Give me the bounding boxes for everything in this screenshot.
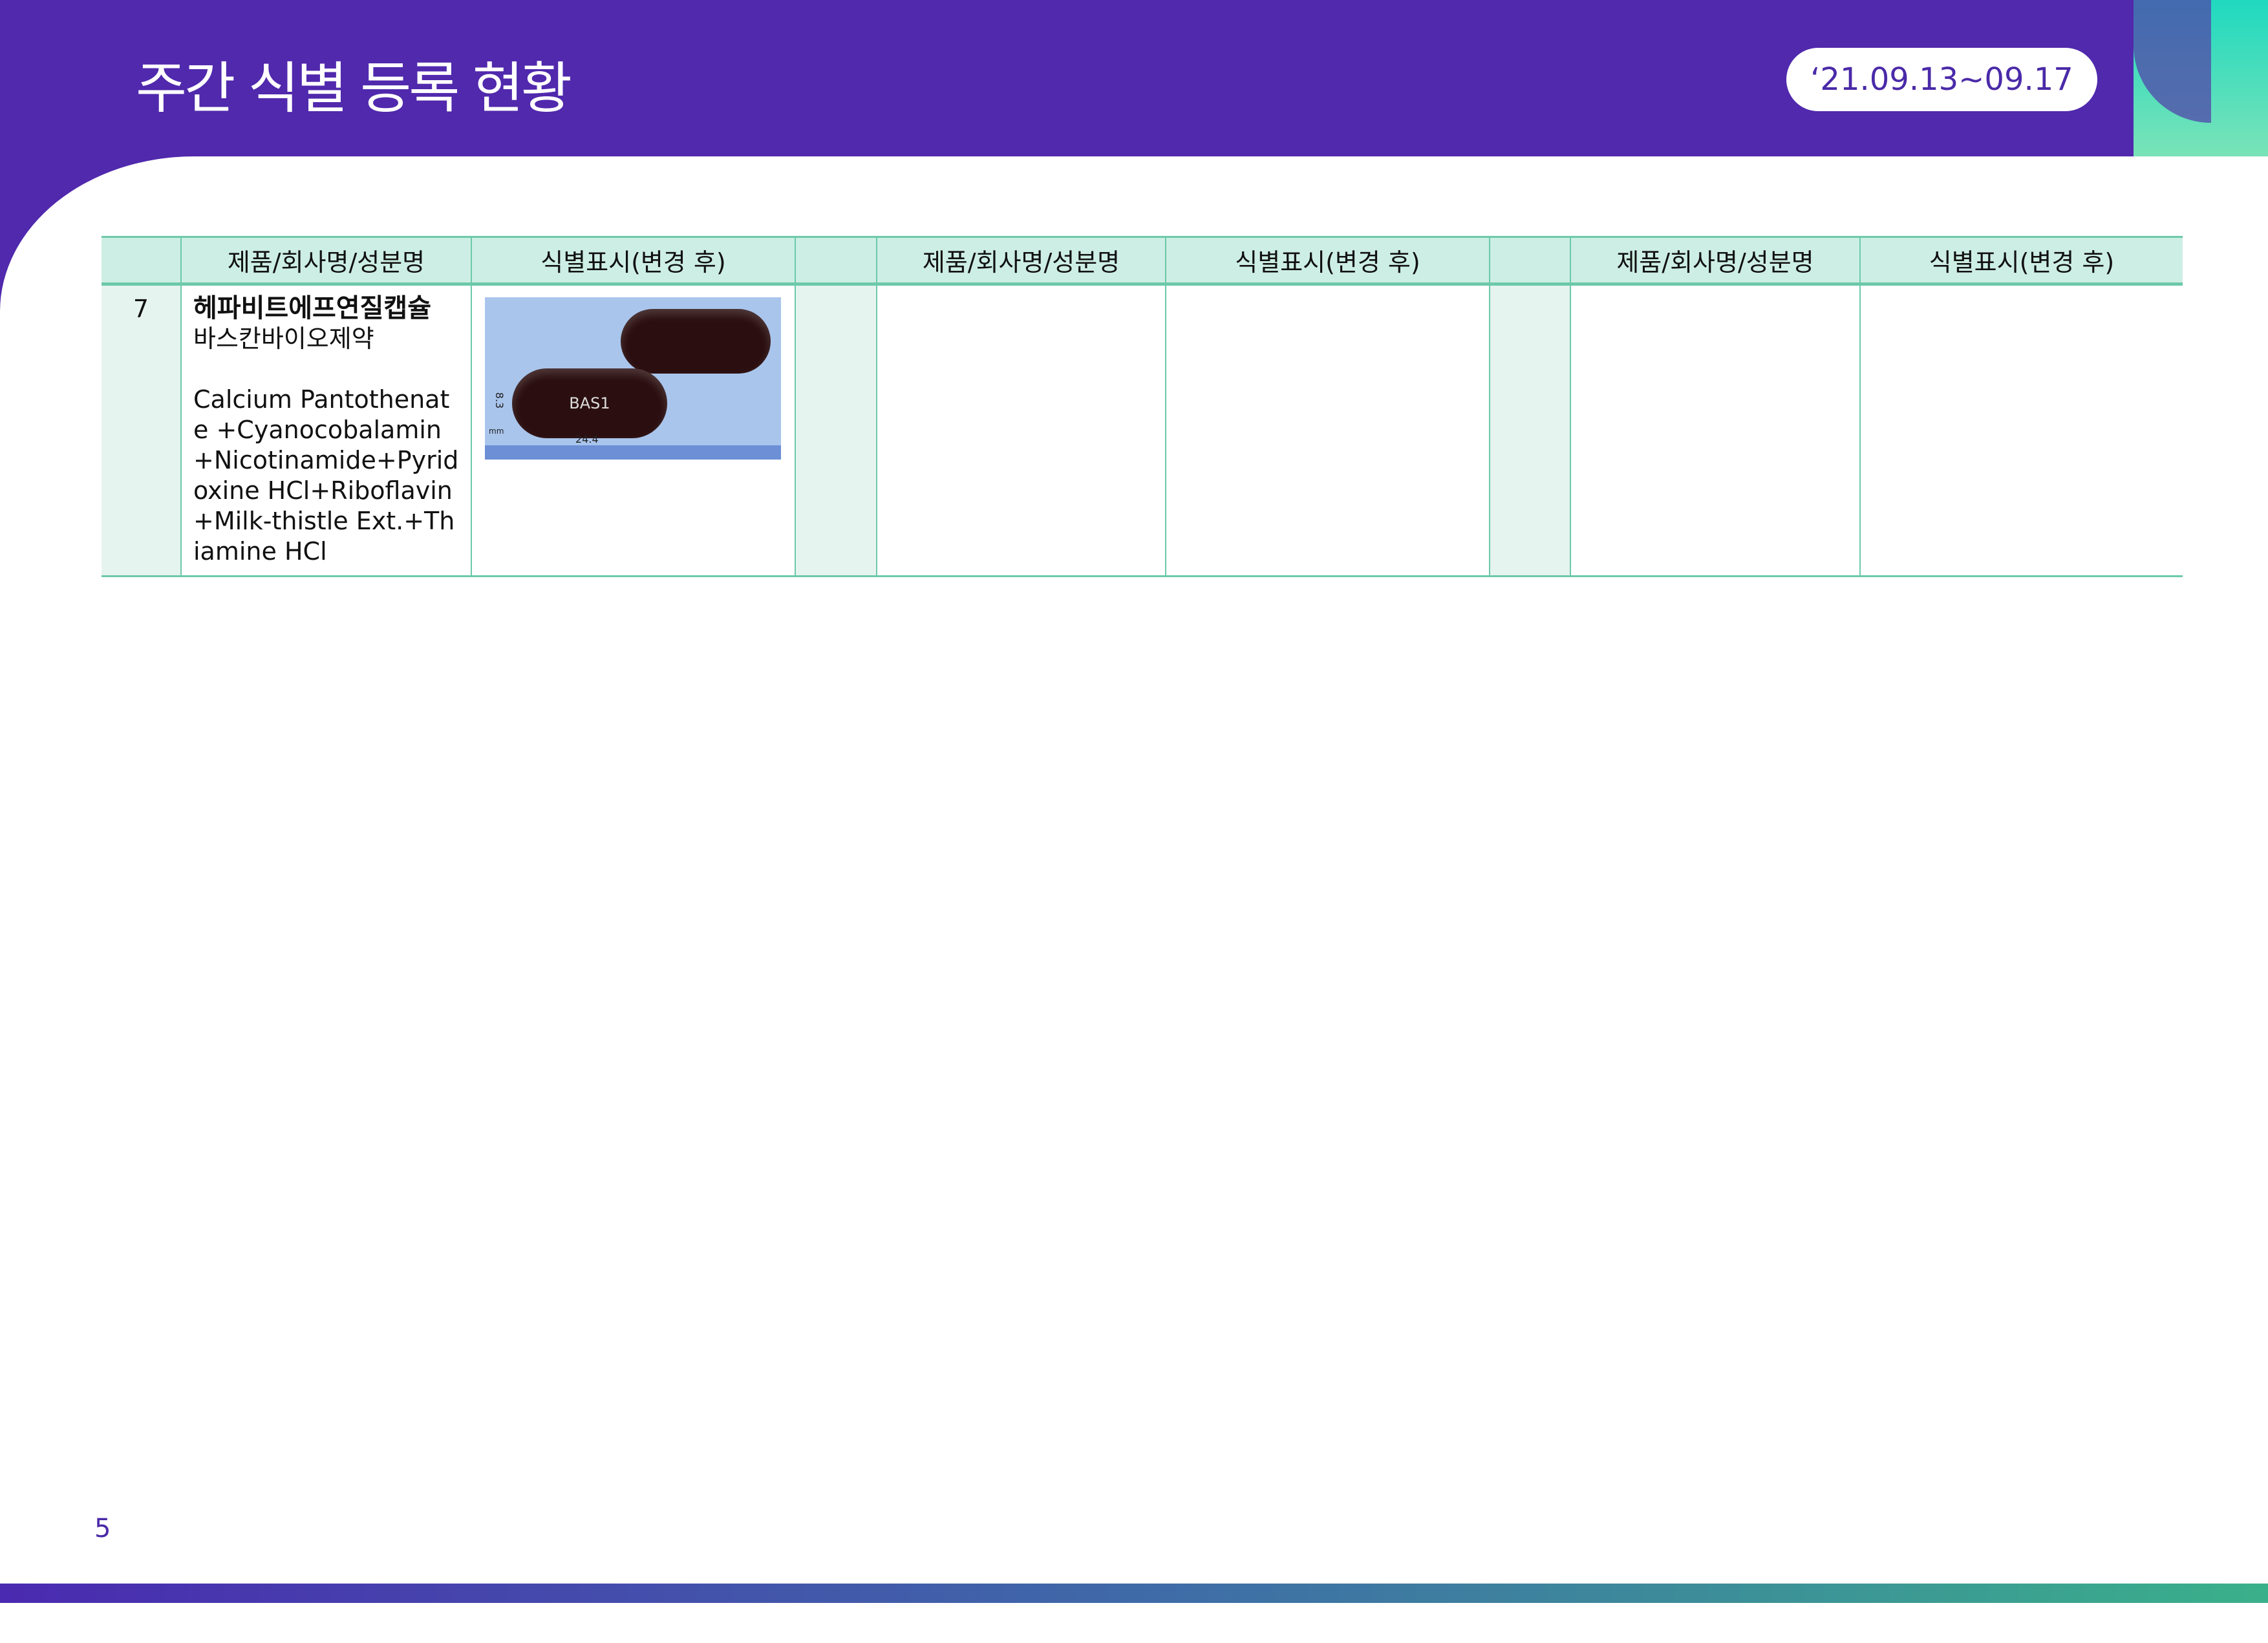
empty-cell bbox=[876, 284, 1166, 577]
row-number: 7 bbox=[102, 284, 182, 577]
col-header: 제품/회사명/성분명 bbox=[876, 236, 1166, 286]
imprint-cell: BAS1 8.3 mm 24.4 bbox=[471, 284, 796, 577]
empty-cell bbox=[1859, 284, 2183, 577]
empty-cell bbox=[1570, 284, 1861, 577]
col-header: 식별표시(변경 후) bbox=[471, 236, 796, 286]
row-number-empty bbox=[1489, 284, 1571, 577]
col-header: 제품/회사명/성분명 bbox=[1570, 236, 1861, 286]
table-row: 7 헤파비트에프연질캡슐 바스칸바이오제약 Calcium Pantothena… bbox=[102, 284, 2183, 577]
page-title: 주간 식별 등록 현황 bbox=[136, 56, 572, 121]
height-label: 8.3 bbox=[493, 392, 506, 409]
footer-bar bbox=[0, 1584, 2268, 1603]
empty-cell bbox=[1165, 284, 1490, 577]
width-label: 24.4 bbox=[575, 433, 599, 445]
capsule-image: BAS1 8.3 mm 24.4 bbox=[485, 297, 781, 460]
col-header bbox=[102, 236, 182, 286]
ingredients: Calcium Pantothenate +Cyanocobalamin+Nic… bbox=[193, 385, 459, 566]
col-header bbox=[1489, 236, 1571, 286]
table-header-row: 제품/회사명/성분명 식별표시(변경 후) 제품/회사명/성분명 식별표시(변경… bbox=[102, 236, 2183, 286]
unit-label: mm bbox=[489, 427, 504, 436]
imprint-text: BAS1 bbox=[569, 394, 610, 412]
col-header: 식별표시(변경 후) bbox=[1165, 236, 1490, 286]
date-badge: ‘21.09.13~09.17 bbox=[1786, 48, 2097, 111]
company-name: 바스칸바이오제약 bbox=[193, 324, 374, 353]
registration-table: 제품/회사명/성분명 식별표시(변경 후) 제품/회사명/성분명 식별표시(변경… bbox=[102, 236, 2183, 577]
col-header: 제품/회사명/성분명 bbox=[180, 236, 472, 286]
product-cell: 헤파비트에프연질캡슐 바스칸바이오제약 Calcium Pantothenate… bbox=[180, 284, 472, 577]
product-name: 헤파비트에프연질캡슐 bbox=[193, 293, 431, 323]
page-number: 5 bbox=[94, 1514, 111, 1543]
image-footer-strip bbox=[485, 445, 781, 460]
capsule-back bbox=[621, 309, 771, 374]
row-number-empty bbox=[795, 284, 877, 577]
capsule-front: BAS1 bbox=[512, 368, 667, 438]
col-header: 식별표시(변경 후) bbox=[1859, 236, 2183, 286]
col-header bbox=[795, 236, 877, 286]
